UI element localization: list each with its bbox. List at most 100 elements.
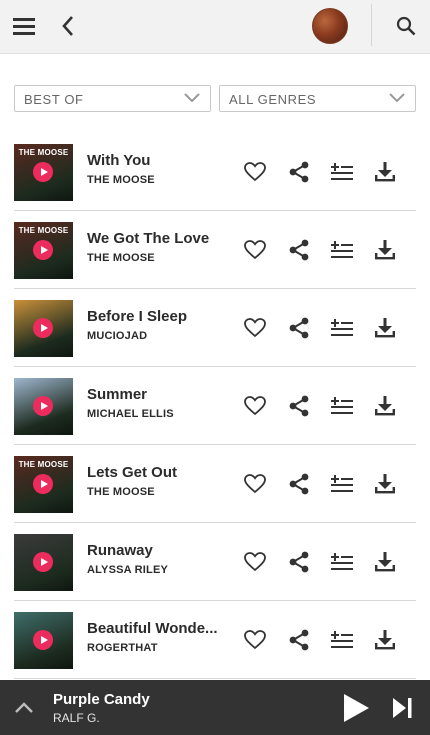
share-button[interactable] bbox=[287, 394, 311, 418]
play-circle-icon[interactable] bbox=[33, 240, 53, 260]
like-button[interactable] bbox=[243, 472, 267, 496]
share-button[interactable] bbox=[287, 238, 311, 262]
like-button[interactable] bbox=[243, 238, 267, 262]
like-button[interactable] bbox=[243, 316, 267, 340]
share-button[interactable] bbox=[287, 160, 311, 184]
heart-icon bbox=[244, 630, 266, 650]
like-button[interactable] bbox=[243, 628, 267, 652]
share-icon bbox=[289, 551, 309, 573]
period-filter-select[interactable]: BEST OF bbox=[14, 85, 211, 112]
chevron-up-icon bbox=[15, 702, 33, 713]
track-artist: THE MOOSE bbox=[87, 252, 155, 264]
album-art[interactable] bbox=[14, 534, 73, 591]
add-to-queue-button[interactable] bbox=[330, 628, 354, 652]
download-button[interactable] bbox=[373, 472, 397, 496]
add-to-queue-button[interactable] bbox=[330, 316, 354, 340]
album-art[interactable]: THE MOOSE bbox=[14, 144, 73, 201]
share-button[interactable] bbox=[287, 550, 311, 574]
playlist-add-icon bbox=[331, 241, 353, 258]
track-title: Beautiful Wonde... bbox=[87, 620, 218, 637]
track-artist: ROGERTHAT bbox=[87, 642, 158, 654]
album-art[interactable]: THE MOOSE bbox=[14, 222, 73, 279]
album-art-caption: THE MOOSE bbox=[18, 148, 69, 157]
skip-next-icon[interactable] bbox=[390, 696, 414, 720]
like-button[interactable] bbox=[243, 160, 267, 184]
download-button[interactable] bbox=[373, 550, 397, 574]
album-art-caption: THE MOOSE bbox=[18, 226, 69, 235]
share-button[interactable] bbox=[287, 316, 311, 340]
download-icon bbox=[375, 630, 395, 650]
track-artist: MUCIOJAD bbox=[87, 330, 148, 342]
play-icon[interactable] bbox=[342, 693, 370, 723]
play-circle-icon[interactable] bbox=[33, 474, 53, 494]
playlist-add-icon bbox=[331, 553, 353, 570]
track-row[interactable]: Summer MICHAEL ELLIS bbox=[14, 367, 416, 445]
share-button[interactable] bbox=[287, 628, 311, 652]
track-artist: THE MOOSE bbox=[87, 174, 155, 186]
top-app-bar bbox=[0, 0, 430, 54]
track-artist: MICHAEL ELLIS bbox=[87, 408, 174, 420]
chevron-down-icon bbox=[184, 93, 200, 103]
chevron-left-icon bbox=[62, 16, 73, 36]
heart-icon bbox=[244, 318, 266, 338]
period-filter-label: BEST OF bbox=[24, 92, 84, 107]
track-title: Before I Sleep bbox=[87, 308, 188, 325]
track-row[interactable]: THE MOOSE With You THE MOOSE bbox=[14, 133, 416, 211]
download-button[interactable] bbox=[373, 628, 397, 652]
playlist-add-icon bbox=[331, 397, 353, 414]
search-button[interactable] bbox=[392, 10, 420, 42]
mini-player[interactable]: Purple Candy RALF G. bbox=[0, 680, 430, 735]
play-circle-icon[interactable] bbox=[33, 162, 53, 182]
expand-player-button[interactable] bbox=[12, 696, 36, 720]
add-to-queue-button[interactable] bbox=[330, 238, 354, 262]
download-button[interactable] bbox=[373, 316, 397, 340]
track-title: With You bbox=[87, 152, 151, 169]
share-icon bbox=[289, 395, 309, 417]
download-icon bbox=[375, 318, 395, 338]
play-circle-icon[interactable] bbox=[33, 396, 53, 416]
album-art[interactable] bbox=[14, 300, 73, 357]
track-row[interactable]: Runaway ALYSSA RILEY bbox=[14, 523, 416, 601]
header-divider bbox=[371, 4, 372, 46]
add-to-queue-button[interactable] bbox=[330, 160, 354, 184]
like-button[interactable] bbox=[243, 550, 267, 574]
download-icon bbox=[375, 240, 395, 260]
share-icon bbox=[289, 473, 309, 495]
download-button[interactable] bbox=[373, 394, 397, 418]
playlist-add-icon bbox=[331, 319, 353, 336]
add-to-queue-button[interactable] bbox=[330, 394, 354, 418]
back-button[interactable] bbox=[54, 10, 82, 42]
album-art[interactable] bbox=[14, 378, 73, 435]
track-row[interactable]: THE MOOSE We Got The Love THE MOOSE bbox=[14, 211, 416, 289]
play-circle-icon[interactable] bbox=[33, 552, 53, 572]
download-icon bbox=[375, 474, 395, 494]
like-button[interactable] bbox=[243, 394, 267, 418]
share-icon bbox=[289, 239, 309, 261]
share-button[interactable] bbox=[287, 472, 311, 496]
track-row[interactable]: Beautiful Wonde... ROGERTHAT bbox=[14, 601, 416, 679]
track-row[interactable]: THE MOOSE Lets Get Out THE MOOSE bbox=[14, 445, 416, 523]
playlist-add-icon bbox=[331, 163, 353, 180]
download-button[interactable] bbox=[373, 160, 397, 184]
track-title: We Got The Love bbox=[87, 230, 210, 247]
playlist-add-icon bbox=[331, 475, 353, 492]
search-icon bbox=[396, 16, 416, 36]
menu-button[interactable] bbox=[8, 10, 40, 42]
genre-filter-select[interactable]: ALL GENRES bbox=[219, 85, 416, 112]
play-circle-icon[interactable] bbox=[33, 318, 53, 338]
download-button[interactable] bbox=[373, 238, 397, 262]
album-art[interactable]: THE MOOSE bbox=[14, 456, 73, 513]
album-art-caption: THE MOOSE bbox=[18, 460, 69, 469]
chevron-down-icon bbox=[389, 93, 405, 103]
track-title: Runaway bbox=[87, 542, 153, 559]
album-art[interactable] bbox=[14, 612, 73, 669]
heart-icon bbox=[244, 240, 266, 260]
add-to-queue-button[interactable] bbox=[330, 472, 354, 496]
share-icon bbox=[289, 161, 309, 183]
heart-icon bbox=[244, 396, 266, 416]
track-row[interactable]: Before I Sleep MUCIOJAD bbox=[14, 289, 416, 367]
user-avatar[interactable] bbox=[312, 8, 348, 44]
genre-filter-label: ALL GENRES bbox=[229, 92, 317, 107]
add-to-queue-button[interactable] bbox=[330, 550, 354, 574]
play-circle-icon[interactable] bbox=[33, 630, 53, 650]
